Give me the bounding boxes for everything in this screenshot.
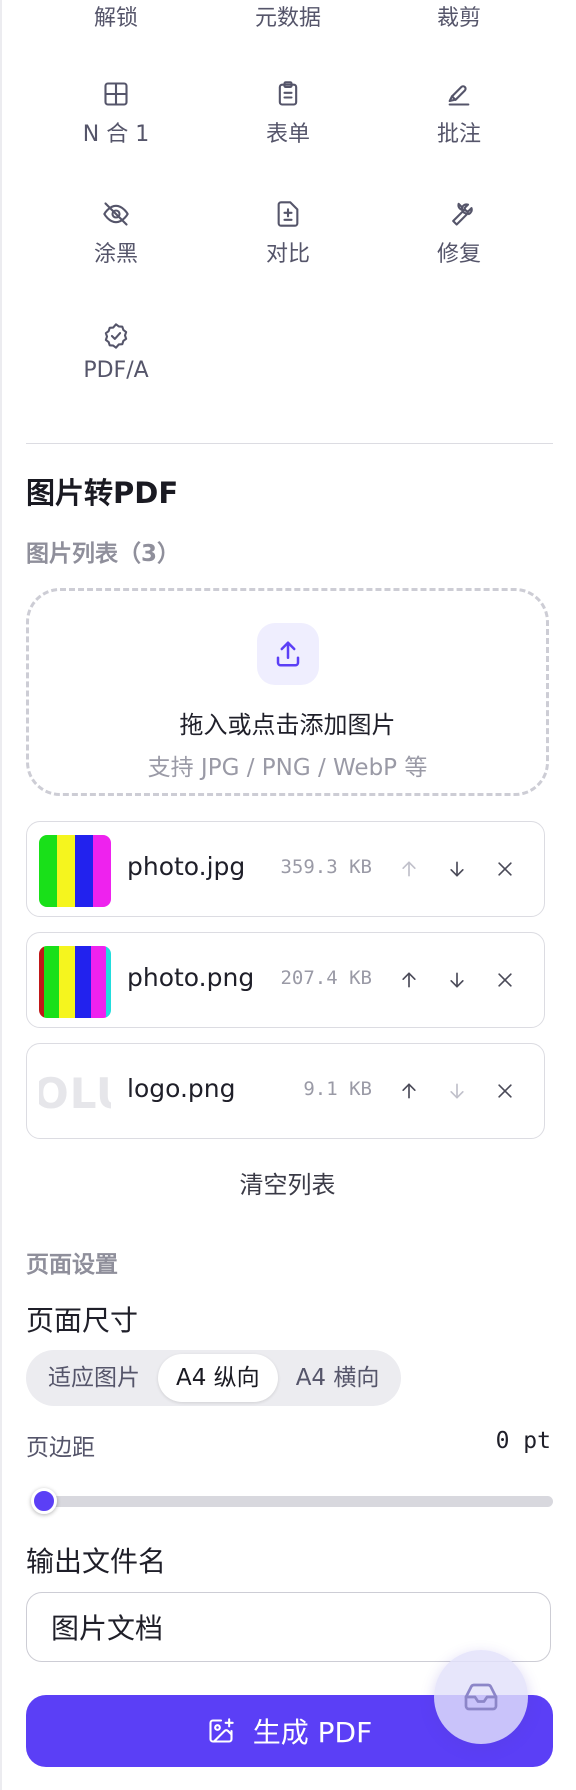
remove-file-button[interactable]: [488, 963, 522, 997]
inbox-fab-button[interactable]: [434, 1650, 528, 1744]
page-size-option-a4-landscape[interactable]: A4 横向: [278, 1354, 398, 1402]
margin-label: 页边距: [26, 1435, 95, 1461]
move-down-button[interactable]: [440, 963, 474, 997]
wrench-icon: [452, 202, 473, 226]
image-thumbnail: [39, 946, 111, 1018]
margin-slider[interactable]: [26, 1487, 553, 1517]
arrow-down-icon: [450, 861, 464, 877]
tool-label: 对比: [265, 242, 310, 267]
file-diff-icon: [277, 201, 299, 227]
page-size-label: 页面尺寸: [26, 1304, 139, 1337]
margin-value: 0 pt: [495, 1428, 551, 1454]
file-name: photo.png: [127, 963, 255, 992]
generate-pdf-label: 生成 PDF: [252, 1716, 373, 1749]
close-icon: [498, 1084, 512, 1098]
tool-form[interactable]: 表单: [223, 80, 353, 148]
tool-label: 裁剪: [436, 6, 481, 31]
output-filename-label: 输出文件名: [26, 1545, 167, 1578]
tool-metadata[interactable]: 元数据: [223, 0, 353, 32]
file-size: 359.3 KB: [280, 856, 372, 878]
image-list-title: 图片列表（3）: [26, 541, 181, 567]
file-row[interactable]: photo.png 207.4 KB: [26, 932, 545, 1028]
slider-thumb[interactable]: [31, 1488, 57, 1514]
tool-redact[interactable]: 涂黑: [51, 200, 181, 268]
tool-label: 表单: [265, 122, 310, 147]
tool-unlock[interactable]: 解锁: [51, 0, 181, 32]
file-row[interactable]: OLU logo.png 9.1 KB: [26, 1043, 545, 1139]
dropzone-main-text: 拖入或点击添加图片: [179, 711, 396, 739]
image-plus-icon: [209, 1718, 234, 1743]
tool-repair[interactable]: 修复: [394, 200, 524, 268]
tool-compare[interactable]: 对比: [223, 200, 353, 268]
page-size-option-fit-image[interactable]: 适应图片: [30, 1354, 158, 1402]
close-icon: [498, 862, 512, 876]
page-settings-title: 页面设置: [26, 1252, 118, 1278]
grid-icon: [104, 82, 128, 106]
clear-list-button[interactable]: 清空列表: [26, 1165, 549, 1200]
image-dropzone[interactable]: 拖入或点击添加图片 支持 JPG / PNG / WebP 等: [26, 588, 549, 796]
tool-grid: 解锁 元数据 裁剪 N 合 1 表单 批注 涂黑 对比 修复 PDF/A: [26, 0, 553, 400]
tool-label: 批注: [436, 122, 481, 147]
logo-thumbnail-text: OLU: [39, 1069, 111, 1118]
arrow-up-icon: [402, 861, 416, 877]
close-icon: [498, 973, 512, 987]
move-up-button[interactable]: [392, 1074, 426, 1108]
left-border: [0, 0, 2, 1790]
badge-check-icon: [104, 323, 128, 349]
tool-label: 解锁: [93, 6, 138, 31]
arrow-down-icon: [450, 1083, 464, 1099]
remove-file-button[interactable]: [488, 852, 522, 886]
tool-label: 涂黑: [93, 242, 138, 267]
dropzone-sub-text: 支持 JPG / PNG / WebP 等: [147, 755, 428, 781]
upload-icon-box: [256, 623, 319, 685]
tool-label: N 合 1: [82, 122, 150, 147]
image-thumbnail: OLU: [39, 1057, 111, 1129]
tool-pdfa[interactable]: PDF/A: [51, 322, 181, 383]
tool-label: 元数据: [254, 6, 321, 31]
tool-n-up[interactable]: N 合 1: [51, 80, 181, 148]
file-name: photo.jpg: [127, 852, 246, 881]
tool-annotate[interactable]: 批注: [394, 80, 524, 148]
remove-file-button[interactable]: [488, 1074, 522, 1108]
file-name: logo.png: [127, 1074, 236, 1103]
section-title: 图片转PDF: [26, 476, 179, 510]
page-size-selector: 适应图片 A4 纵向 A4 横向: [26, 1350, 402, 1406]
arrow-up-icon: [402, 1083, 416, 1099]
section-divider: [26, 443, 553, 444]
eye-off-icon: [103, 202, 129, 226]
clipboard-form-icon: [278, 81, 298, 106]
file-size: 207.4 KB: [280, 967, 372, 989]
image-thumbnail: [39, 835, 111, 907]
upload-icon: [276, 641, 299, 667]
page-size-option-a4-portrait[interactable]: A4 纵向: [158, 1354, 278, 1402]
annotate-pen-icon: [448, 85, 470, 106]
inbox-icon: [464, 1683, 498, 1711]
move-down-button[interactable]: [440, 852, 474, 886]
move-up-button[interactable]: [392, 852, 426, 886]
arrow-up-icon: [402, 972, 416, 988]
tool-crop[interactable]: 裁剪: [394, 0, 524, 32]
move-down-button[interactable]: [440, 1074, 474, 1108]
tool-label: PDF/A: [83, 358, 149, 383]
move-up-button[interactable]: [392, 963, 426, 997]
tool-label: 修复: [436, 242, 481, 267]
slider-track: [42, 1496, 553, 1507]
file-size: 9.1 KB: [303, 1078, 372, 1100]
file-row[interactable]: photo.jpg 359.3 KB: [26, 821, 545, 917]
arrow-down-icon: [450, 972, 464, 988]
